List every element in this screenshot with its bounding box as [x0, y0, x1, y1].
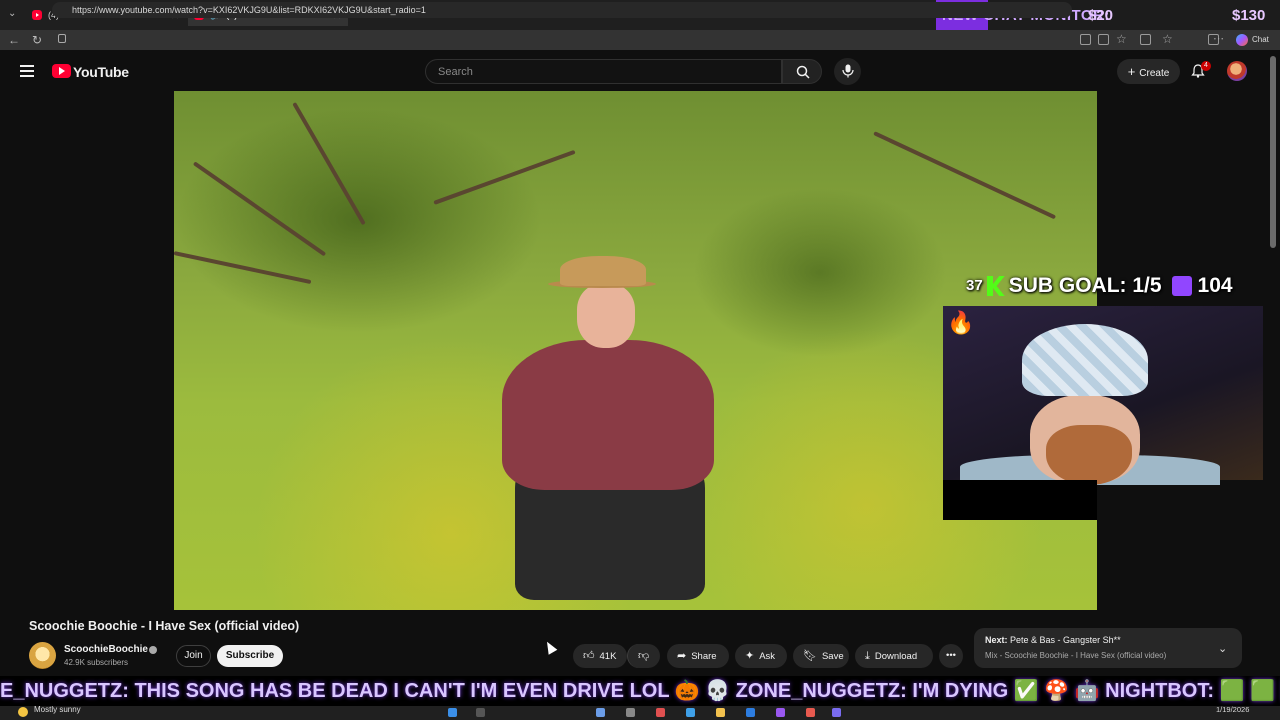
bookmark-icon: 🔖︎: [803, 650, 817, 662]
windows-taskbar: [0, 706, 1280, 720]
create-label: Create: [1139, 68, 1170, 79]
taskbar-app-icon[interactable]: [806, 708, 815, 717]
fire-icon: 🔥: [947, 310, 975, 335]
voice-search-button[interactable]: [834, 58, 861, 85]
share-icon: ➦: [677, 650, 687, 662]
sparkle-icon: ✦: [745, 650, 755, 662]
verified-icon: [149, 646, 157, 654]
video-person-hat: [560, 256, 646, 286]
up-next-label: Next: Pete & Bas - Gangster Sh**: [985, 635, 1121, 645]
apps-icon[interactable]: [1098, 34, 1109, 45]
thumbs-down-icon: 👎︎: [638, 650, 650, 662]
share-label: Share: [691, 651, 717, 662]
taskbar-date: 1/19/2026: [1216, 705, 1250, 714]
mouse-cursor: [542, 639, 558, 655]
video-title: Scoochie Boochie - I Have Sex (official …: [29, 619, 300, 633]
site-info-icon[interactable]: [58, 34, 66, 43]
like-count: 41K: [599, 651, 617, 662]
join-button[interactable]: Join: [176, 645, 211, 667]
download-icon: ⤓: [865, 650, 870, 662]
taskbar-app-icon[interactable]: [686, 708, 695, 717]
taskbar-app-icon[interactable]: [656, 708, 665, 717]
hamburger-menu-icon[interactable]: [20, 65, 34, 77]
page-scrollbar[interactable]: [1270, 56, 1276, 248]
banner-amount: $130: [1232, 7, 1266, 24]
thumbs-up-icon: 👍︎: [583, 650, 595, 662]
webcam-filler: [943, 480, 1097, 520]
more-actions-button[interactable]: •••: [939, 644, 963, 668]
search-icon: [796, 65, 810, 79]
like-button[interactable]: 👍︎ 41K: [573, 644, 627, 668]
youtube-favicon-icon: [32, 10, 42, 20]
account-avatar[interactable]: [1227, 61, 1247, 81]
tree-branch: [292, 102, 366, 226]
search-button[interactable]: [782, 59, 822, 84]
channel-name[interactable]: ScoochieBoochie: [64, 644, 148, 655]
up-next-prefix: Next:: [985, 635, 1008, 645]
chevron-down-icon[interactable]: ⌄: [1218, 642, 1227, 655]
translate-icon[interactable]: [1080, 34, 1091, 45]
tab-list-chevron-icon[interactable]: ⌄: [8, 8, 16, 19]
tree-branch: [433, 149, 576, 205]
taskbar-app-icon[interactable]: [832, 708, 841, 717]
sub-goal-overlay: 37 SUB GOAL: 1/5 104: [966, 268, 1233, 304]
reload-icon[interactable]: ↻: [32, 33, 42, 47]
streamer-webcam: [1046, 425, 1132, 485]
sub-goal-text: SUB GOAL: 1/5: [1008, 274, 1162, 297]
up-next-title: Pete & Bas - Gangster Sh**: [1010, 635, 1121, 645]
weather-text: Mostly sunny: [34, 705, 81, 714]
chat-label[interactable]: Chat: [1252, 35, 1269, 44]
download-label: Download: [874, 651, 918, 662]
ask-button[interactable]: ✦ Ask: [735, 644, 787, 668]
ask-label: Ask: [759, 651, 776, 662]
tree-branch: [174, 251, 312, 285]
favorites-icon[interactable]: ☆: [1162, 32, 1173, 46]
taskbar-app-icon[interactable]: [596, 708, 605, 717]
twitch-icon: [1171, 276, 1192, 296]
start-icon[interactable]: [448, 708, 457, 717]
taskbar-app-icon[interactable]: [626, 708, 635, 717]
create-button[interactable]: + Create: [1117, 59, 1180, 84]
up-next-card[interactable]: [974, 628, 1242, 668]
taskbar-app-icon[interactable]: [716, 708, 725, 717]
share-button[interactable]: ➦ Share: [667, 644, 729, 668]
taskbar-app-icon[interactable]: [746, 708, 755, 717]
save-label: Save: [821, 651, 844, 662]
sub-goal-right-count: 104: [1197, 274, 1233, 297]
plus-icon: +: [1127, 64, 1136, 79]
more-menu-icon[interactable]: ⋯: [1213, 32, 1224, 45]
back-icon[interactable]: ←: [8, 33, 20, 47]
subscriber-count: 42.9K subscribers: [64, 658, 129, 667]
channel-avatar[interactable]: [29, 642, 56, 669]
taskbar-search-icon[interactable]: [476, 708, 485, 717]
favorite-star-icon[interactable]: ☆: [1116, 32, 1127, 46]
chat-ticker: E_NUGGETZ: THIS SONG HAS BE DEAD I CAN'T…: [0, 676, 1280, 706]
copilot-icon[interactable]: [1236, 34, 1248, 46]
save-button[interactable]: 🔖︎ Save: [793, 644, 849, 668]
youtube-logo-text[interactable]: YouTube: [73, 64, 129, 80]
search-input[interactable]: Search: [425, 59, 782, 84]
banner-amount: $20: [1088, 7, 1114, 24]
tree-branch: [873, 131, 1057, 220]
video-person: [502, 340, 714, 490]
microphone-icon: [842, 64, 854, 78]
subscribe-button[interactable]: Subscribe: [217, 645, 283, 667]
weather-icon: [18, 707, 28, 717]
dislike-button[interactable]: 👎︎: [627, 644, 660, 668]
video-person: [577, 284, 635, 348]
up-next-mix: Mix - Scoochie Boochie - I Have Sex (off…: [985, 651, 1167, 660]
youtube-logo-icon[interactable]: [52, 64, 71, 78]
url-field[interactable]: https://www.youtube.com/watch?v=KXI62VKJ…: [52, 2, 1072, 18]
tree-branch: [192, 161, 327, 257]
notification-count-badge: 4: [1201, 61, 1211, 71]
sub-goal-left-count: 37: [966, 277, 983, 294]
streamer-webcam: [1022, 324, 1148, 396]
download-button[interactable]: ⤓ Download: [855, 644, 933, 668]
extensions-icon[interactable]: [1140, 34, 1151, 45]
kick-icon: [986, 276, 1005, 296]
taskbar-app-icon[interactable]: [776, 708, 785, 717]
